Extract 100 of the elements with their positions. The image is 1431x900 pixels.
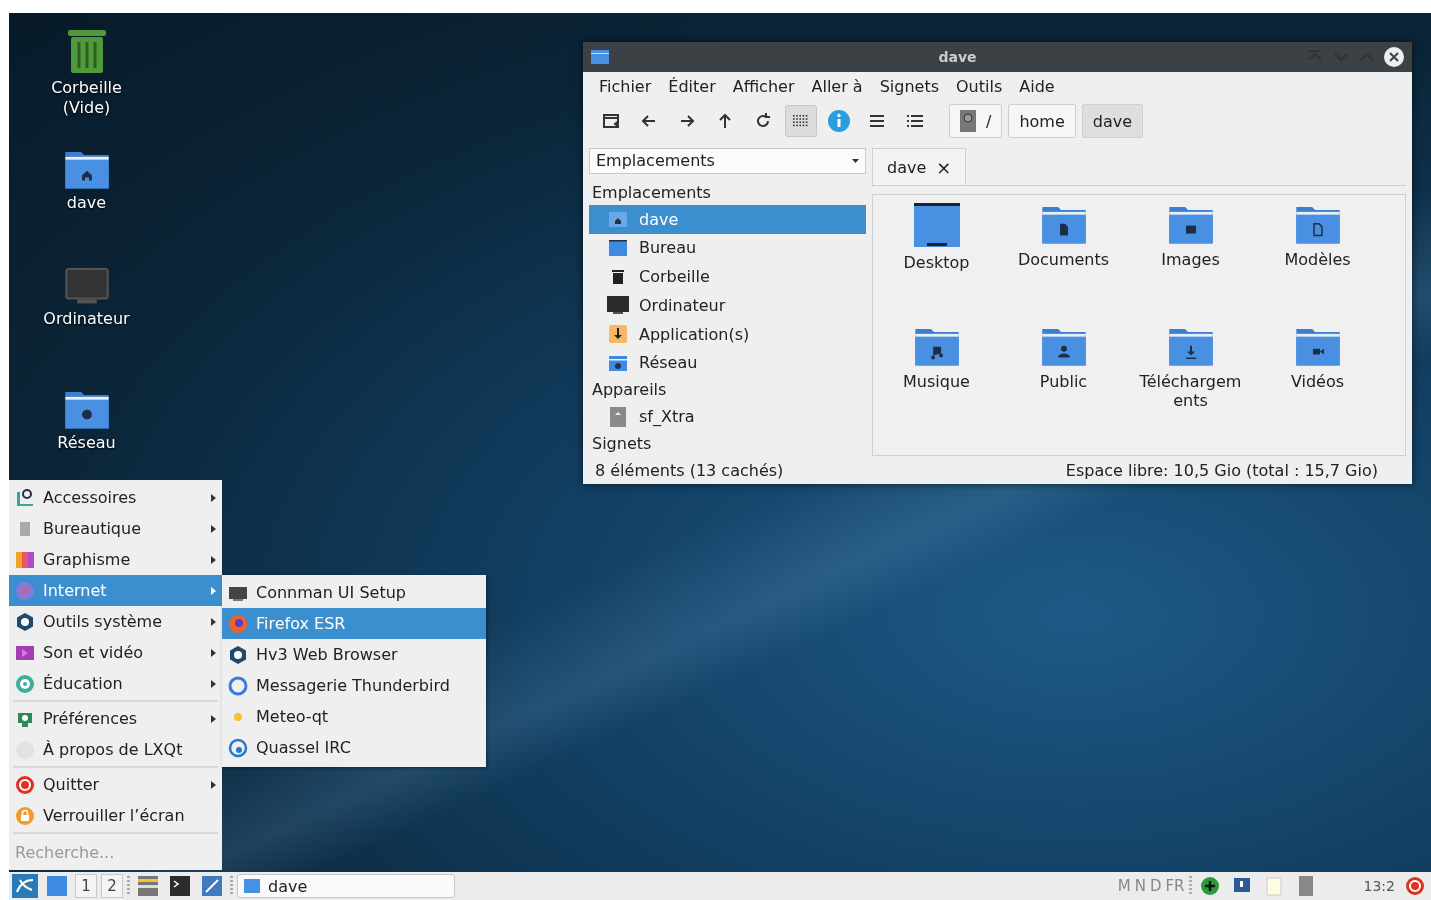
file-item[interactable]: Desktop <box>873 203 1000 325</box>
compass-icon <box>15 580 35 601</box>
menu-item[interactable]: Son et vidéo <box>9 637 222 668</box>
accessories-icon <box>15 487 35 508</box>
desktop-icon <box>608 237 628 258</box>
education-icon <box>15 673 35 694</box>
menu-item[interactable]: Meteo-qt <box>222 701 486 732</box>
file-item[interactable]: Téléchargem ents <box>1127 325 1254 447</box>
sidebar-item[interactable]: sf_Xtra <box>589 402 866 432</box>
power-icon <box>1405 876 1425 896</box>
thunderbird-icon <box>228 675 248 696</box>
menu-item[interactable]: Éducation <box>9 668 222 699</box>
menu-item[interactable]: Verrouiller l’écran <box>9 800 222 831</box>
close-icon[interactable] <box>1384 47 1404 67</box>
terminal-icon <box>170 876 190 896</box>
menu-item[interactable]: Aller à <box>811 76 863 96</box>
lock-icon <box>15 805 35 826</box>
app-launcher-icon <box>12 874 38 898</box>
menu-item[interactable]: Signets <box>879 76 939 96</box>
path-segment-button[interactable]: / <box>949 104 1003 138</box>
sidebar-item[interactable]: Ordinateur <box>589 291 866 320</box>
submenu-arrow-icon <box>211 648 216 657</box>
sidebar-heading: Signets <box>591 433 653 456</box>
menu-item[interactable]: Aide <box>1019 76 1055 96</box>
menu-item[interactable]: Accessoires <box>9 482 222 513</box>
sidebar-item[interactable]: Corbeille <box>589 262 866 292</box>
keyboard-indicator: D <box>1149 877 1162 895</box>
firefox-icon <box>228 613 248 634</box>
sun-icon <box>234 712 242 721</box>
file-item[interactable]: Images <box>1127 203 1254 325</box>
download-icon <box>608 324 628 345</box>
desktop-shortcut[interactable]: Corbeille (Vide) <box>31 28 142 118</box>
trash-icon <box>611 268 625 285</box>
submenu-arrow-icon <box>211 714 216 723</box>
folder-icon <box>244 879 260 893</box>
file-manager-icon <box>138 876 158 896</box>
sidebar-item[interactable]: Application(s) <box>589 319 866 349</box>
menu-item[interactable]: Bureautique <box>9 513 222 544</box>
plus-circle-icon <box>1199 876 1220 896</box>
submenu-arrow-icon <box>211 586 216 595</box>
menu-item[interactable]: Graphisme <box>9 544 222 575</box>
clipboard-icon <box>1263 876 1284 896</box>
menu-item[interactable]: Outils <box>956 76 1003 96</box>
menu-item[interactable]: Préférences <box>9 703 222 734</box>
keyboard-indicator: N <box>1134 877 1146 895</box>
menu-item[interactable]: Éditer <box>668 76 716 96</box>
path-segment-button[interactable]: home <box>1008 104 1076 138</box>
sidebar-item[interactable]: Réseau <box>589 348 866 378</box>
palette-icon <box>15 549 35 570</box>
menu-item[interactable]: Quitter <box>9 769 222 800</box>
keyboard-indicator: FR <box>1165 877 1185 895</box>
file-item[interactable]: Musique <box>873 325 1000 447</box>
desktop-switch-button[interactable]: 2 <box>101 874 123 898</box>
places-dropdown[interactable]: Emplacements <box>589 148 866 174</box>
menu-item[interactable]: À propos de LXQt <box>9 734 222 765</box>
submenu-arrow-icon <box>211 679 216 688</box>
quassel-icon <box>228 737 248 758</box>
sidebar-heading: Appareils <box>591 379 668 402</box>
menu-item[interactable]: Outils système <box>9 606 222 637</box>
desktop-icon <box>913 203 960 247</box>
path-segment-button[interactable]: dave <box>1081 104 1144 138</box>
gear-icon <box>15 611 35 632</box>
browser-icon <box>202 876 222 896</box>
menu-item[interactable]: Messagerie Thunderbird <box>222 670 486 701</box>
drive-icon <box>1298 876 1313 896</box>
search-field[interactable]: Recherche... <box>13 841 218 864</box>
home-folder-icon <box>608 209 628 230</box>
clock: 13:2 <box>1363 878 1395 894</box>
list-view-icon <box>869 115 885 127</box>
detail-view-icon <box>907 115 923 127</box>
desktop-shortcut[interactable]: Réseau <box>31 388 142 478</box>
menu-item[interactable]: Quassel IRC <box>222 732 486 763</box>
desktop-switch-button[interactable]: 1 <box>75 874 97 898</box>
gear-icon <box>228 644 248 665</box>
submenu-arrow-icon <box>211 493 216 502</box>
file-item[interactable]: Modèles <box>1254 203 1381 325</box>
sidebar-item[interactable]: Bureau <box>589 233 866 263</box>
start-button[interactable] <box>11 873 39 899</box>
menu-item[interactable]: Hv3 Web Browser <box>222 639 486 670</box>
icon-view-icon <box>793 115 809 127</box>
new-window-icon <box>602 112 620 130</box>
reload-icon <box>754 112 772 130</box>
menu-item[interactable]: Fichier <box>599 76 652 96</box>
sidebar-heading: Emplacements <box>591 181 712 204</box>
menu-item[interactable]: Connman UI Setup <box>222 577 486 608</box>
tab[interactable]: dave × <box>872 148 967 185</box>
desktop-shortcut[interactable]: dave <box>31 148 142 238</box>
trash-icon <box>66 28 107 74</box>
close-icon[interactable]: × <box>936 156 952 178</box>
file-item[interactable]: Public <box>1000 325 1127 447</box>
monitor-icon <box>64 268 109 306</box>
keyboard-indicator: M <box>1117 877 1131 895</box>
status-text: 8 éléments (13 cachés) <box>595 460 784 480</box>
submenu-arrow-icon <box>211 617 216 626</box>
task-button[interactable]: dave <box>237 874 455 898</box>
view-mode-button[interactable] <box>785 105 817 137</box>
desktop-shortcut[interactable]: Ordinateur <box>31 268 142 358</box>
file-item[interactable]: Documents <box>1000 203 1127 325</box>
menu-item[interactable]: Afficher <box>732 76 795 96</box>
file-item[interactable]: Vidéos <box>1254 325 1381 447</box>
